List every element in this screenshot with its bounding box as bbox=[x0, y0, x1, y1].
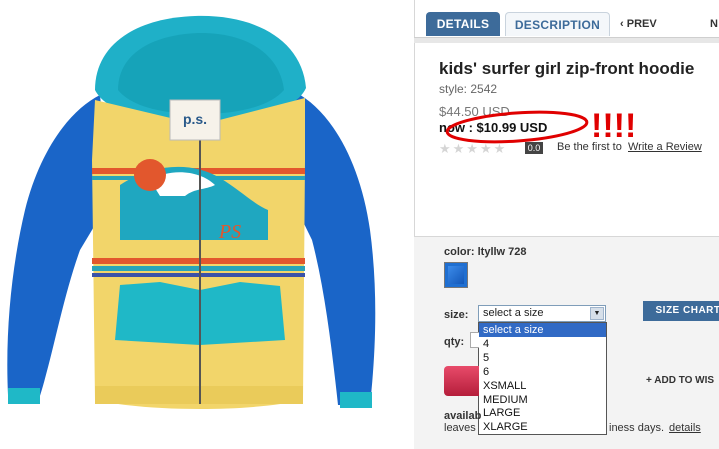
original-price: $44.50 USD bbox=[439, 104, 510, 119]
rating-badge: 0.0 bbox=[525, 142, 543, 154]
availability-days: iness days. bbox=[609, 422, 665, 434]
tab-details[interactable]: DETAILS bbox=[426, 12, 500, 36]
rating-stars: ★★★★★ bbox=[439, 141, 508, 156]
size-label: size: bbox=[444, 309, 469, 321]
be-first-text: Be the first to bbox=[557, 141, 622, 153]
size-option[interactable]: select a size bbox=[479, 323, 606, 337]
prev-link[interactable]: ‹ PREV bbox=[620, 12, 657, 36]
tab-underline bbox=[414, 37, 719, 43]
size-option[interactable]: 5 bbox=[479, 351, 606, 365]
size-select-value: select a size bbox=[483, 307, 544, 319]
size-option[interactable]: MEDIUM bbox=[479, 393, 606, 407]
qty-input[interactable] bbox=[470, 332, 479, 348]
product-style: style: 2542 bbox=[439, 82, 498, 96]
brand-tag-text: p.s. bbox=[183, 111, 207, 127]
graphic-text: PS bbox=[218, 221, 241, 243]
size-option[interactable]: XSMALL bbox=[479, 379, 606, 393]
availability-label: availab bbox=[444, 410, 482, 422]
product-image-panel: p.s. PS bbox=[0, 0, 386, 448]
tab-description[interactable]: DESCRIPTION bbox=[505, 12, 610, 36]
details-link[interactable]: details bbox=[669, 422, 701, 434]
chevron-left-icon: ‹ bbox=[620, 18, 627, 30]
write-review-link[interactable]: Write a Review bbox=[628, 141, 702, 153]
product-title: kids' surfer girl zip-front hoodie bbox=[439, 59, 695, 78]
chevron-down-icon[interactable]: ▼ bbox=[590, 307, 604, 320]
size-dropdown: select a size 4 5 6 XSMALL MEDIUM LARGE … bbox=[478, 322, 607, 435]
prev-label: PREV bbox=[626, 18, 657, 30]
color-label: color: ltyllw 728 bbox=[444, 246, 527, 258]
add-to-bag-button[interactable] bbox=[444, 366, 479, 396]
size-option[interactable]: 4 bbox=[479, 337, 606, 351]
add-to-wishlist-link[interactable]: + ADD TO WIS bbox=[646, 375, 714, 386]
product-image: p.s. PS bbox=[7, 15, 376, 409]
size-option[interactable]: LARGE bbox=[479, 406, 606, 420]
size-option[interactable]: XLARGE bbox=[479, 420, 606, 434]
annotation-marks: !!!! bbox=[591, 107, 636, 145]
qty-label: qty: bbox=[444, 336, 465, 348]
size-option[interactable]: 6 bbox=[479, 365, 606, 379]
availability-leaves: leaves bbox=[444, 422, 476, 434]
sale-price: now : $10.99 USD bbox=[439, 120, 548, 135]
next-link[interactable]: N bbox=[710, 12, 718, 36]
size-chart-button[interactable]: SIZE CHART bbox=[643, 301, 719, 321]
size-select[interactable]: select a size ▼ bbox=[478, 305, 606, 322]
color-swatch[interactable] bbox=[444, 262, 468, 288]
